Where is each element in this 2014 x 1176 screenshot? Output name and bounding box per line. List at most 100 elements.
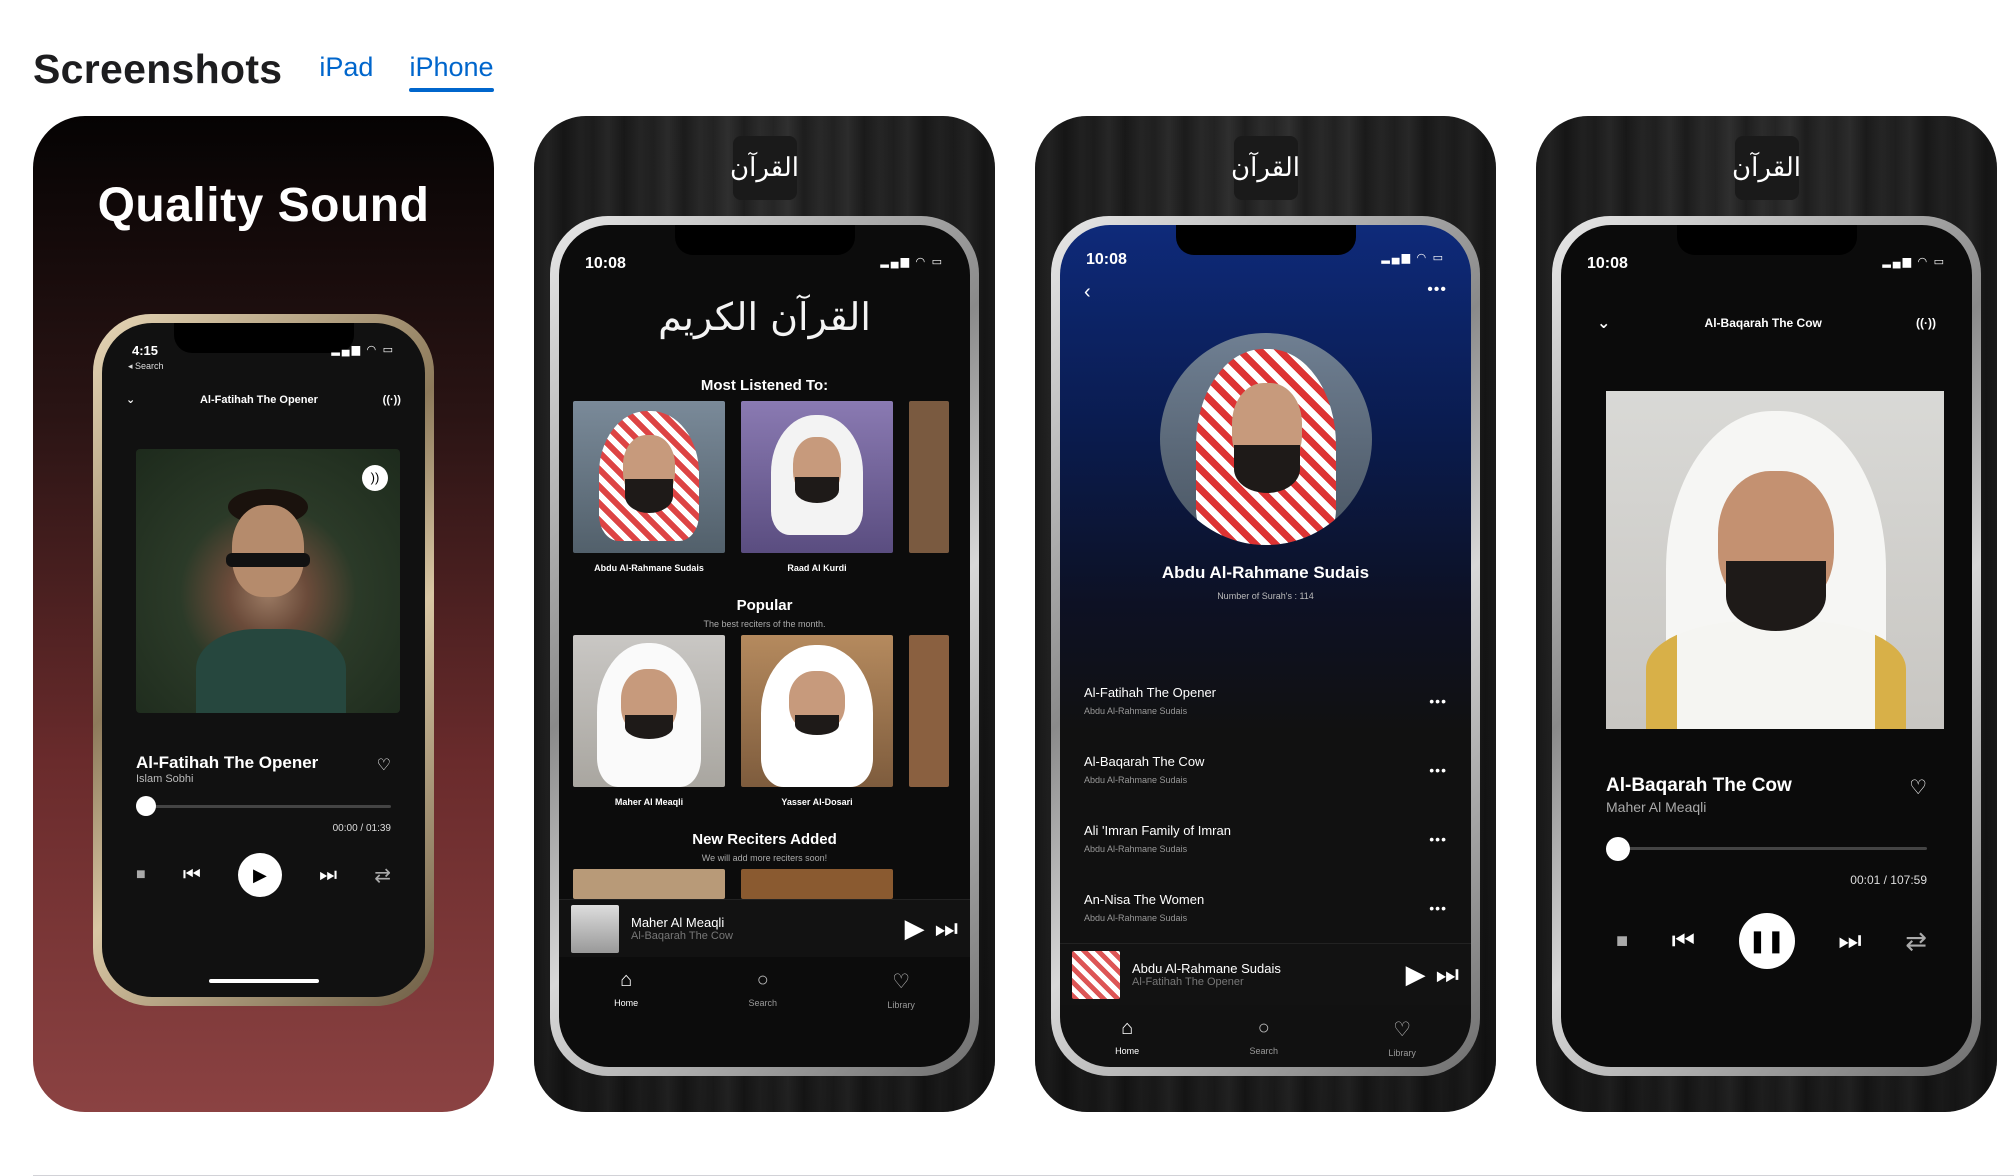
more-options-icon[interactable]: ••• [1427, 281, 1447, 299]
repeat-icon[interactable]: ⇄ [374, 863, 391, 888]
progress-track[interactable] [1606, 847, 1927, 850]
search-icon: ○ [756, 969, 769, 991]
reciter-portrait [1159, 333, 1372, 545]
album-art: )) [136, 449, 400, 713]
screenshot-card-4[interactable]: القرآن 10:08 ▂▄▆ ◠ ▭ ⌄ Al-Baqarah The Co… [1536, 116, 1997, 1112]
play-circle-icon[interactable]: ▶ [905, 913, 925, 944]
app-logo: القرآن [1732, 136, 1801, 200]
mini-player[interactable]: Maher Al Meaqli Al-Baqarah The Cow ▶ ⏭ [559, 899, 970, 957]
tab-home[interactable]: ⌂ Home [1115, 1017, 1139, 1058]
status-time: 10:08 [1086, 251, 1127, 268]
beard-shape [625, 479, 673, 513]
more-options-icon[interactable]: ••• [1429, 900, 1447, 916]
play-circle-icon[interactable]: ▶ [1406, 959, 1426, 990]
progress-knob[interactable] [1606, 837, 1630, 861]
next-icon[interactable]: ⏭ [935, 913, 958, 945]
playback-controls: ■ ⏮ ❚❚ ⏭ ⇄ [1616, 913, 1927, 969]
screenshot-card-2[interactable]: القرآن 10:08 ▂▄▆ ◠ ▭ القرآن الكريم Most … [534, 116, 995, 1112]
reciter-tile[interactable] [909, 635, 949, 787]
beard-shape [625, 715, 673, 739]
status-icons: ▂▄▆ ◠ ▭ [1381, 252, 1445, 264]
mini-player-art [1072, 950, 1120, 999]
search-icon: ○ [1257, 1017, 1270, 1039]
status-bar: 10:08 ▂▄▆ ◠ ▭ [1086, 251, 1445, 269]
reciter-tile[interactable] [741, 869, 893, 899]
track-row[interactable]: Al-Fatihah The Opener Abdu Al-Rahmane Su… [1084, 685, 1447, 716]
reciter-caption: Yasser Al-Dosari [781, 797, 853, 807]
screenshot-card-1[interactable]: Quality Sound 4:15 ▂▄▆ ◠ ▭ ◂ Search ⌄ Al… [33, 116, 494, 1112]
repeat-icon[interactable]: ⇄ [1905, 926, 1927, 957]
section-title: Screenshots [33, 46, 283, 92]
phone-mockup: 10:08 ▂▄▆ ◠ ▭ ‹ ••• Abdu Al-Rahmane Suda… [1051, 216, 1480, 1076]
phone-screen: 10:08 ▂▄▆ ◠ ▭ القرآن الكريم Most Listene… [559, 225, 970, 1067]
phone-notch [674, 225, 855, 255]
more-options-icon[interactable]: ••• [1429, 762, 1447, 778]
tab-home[interactable]: ⌂ Home [614, 969, 638, 1010]
track-row[interactable]: An-Nisa The Women Abdu Al-Rahmane Sudais… [1084, 892, 1447, 923]
back-chevron-icon[interactable]: ‹ [1084, 281, 1091, 304]
phone-screen: 10:08 ▂▄▆ ◠ ▭ ⌄ Al-Baqarah The Cow ((·))… [1561, 225, 1972, 1067]
heart-icon: ♡ [892, 971, 911, 993]
sunglasses-shape [226, 553, 310, 567]
reciter-caption: Raad Al Kurdi [787, 563, 847, 573]
track-row[interactable]: Ali 'Imran Family of Imran Abdu Al-Rahma… [1084, 823, 1447, 854]
progress-knob[interactable] [136, 796, 156, 816]
track-row[interactable]: Al-Baqarah The Cow Abdu Al-Rahmane Sudai… [1084, 754, 1447, 785]
more-options-icon[interactable]: ••• [1429, 693, 1447, 709]
mini-player-surah: Al-Fatihah The Opener [1132, 976, 1244, 988]
stop-icon[interactable]: ■ [1616, 930, 1628, 953]
tab-search[interactable]: ○ Search [748, 969, 777, 1010]
chevron-down-icon[interactable]: ⌄ [1597, 313, 1610, 333]
back-to-search-link[interactable]: ◂ Search [128, 361, 164, 372]
stop-icon[interactable]: ■ [136, 866, 146, 884]
pause-button[interactable]: ❚❚ [1738, 913, 1795, 969]
phone-screen: 4:15 ▂▄▆ ◠ ▭ ◂ Search ⌄ Al-Fatihah The O… [102, 323, 425, 997]
now-playing-bar: ⌄ Al-Fatihah The Opener ((·)) [126, 393, 401, 407]
bisht-shape [1646, 621, 1906, 729]
previous-icon[interactable]: ⏮ [1672, 925, 1695, 957]
reciter-caption: Abdu Al-Rahmane Sudais [594, 563, 704, 573]
tab-iphone[interactable]: iPhone [409, 54, 494, 92]
reciter-caption: Maher Al Meaqli [614, 797, 684, 807]
tab-bar: ⌂ Home ○ Search ♡ Library [559, 969, 970, 1010]
reciter-tile[interactable] [573, 869, 725, 899]
reciter-tile[interactable] [741, 635, 893, 787]
beard-shape [795, 715, 839, 735]
next-icon[interactable]: ⏭ [319, 864, 337, 887]
tab-library[interactable]: ♡ Library [1388, 1017, 1416, 1058]
next-icon[interactable]: ⏭ [1838, 925, 1861, 957]
tab-library[interactable]: ♡ Library [887, 969, 915, 1010]
face-shape [232, 505, 304, 597]
new-reciters-subtitle: We will add more reciters soon! [701, 853, 828, 863]
home-icon: ⌂ [1121, 1017, 1134, 1039]
heart-icon[interactable]: ♡ [377, 755, 391, 775]
time-display: 00:00 / 01:39 [332, 823, 391, 834]
reciter-tile[interactable] [741, 401, 893, 553]
broadcast-icon[interactable]: ((·)) [383, 394, 401, 406]
screenshot-card-3[interactable]: القرآن 10:08 ▂▄▆ ◠ ▭ ‹ ••• Abdu Al-Rahma… [1035, 116, 1496, 1112]
previous-icon[interactable]: ⏮ [183, 864, 201, 887]
playback-controls: ■ ⏮ ▶ ⏭ ⇄ [136, 853, 391, 897]
tab-ipad[interactable]: iPad [319, 54, 373, 90]
mini-player-reciter: Maher Al Meaqli [631, 915, 725, 930]
reciter-tile[interactable] [909, 401, 949, 553]
surah-count: Number of Surah's : 114 [1217, 591, 1314, 601]
mini-player[interactable]: Abdu Al-Rahmane Sudais Al-Fatihah The Op… [1060, 943, 1471, 1005]
tab-search[interactable]: ○ Search [1249, 1017, 1278, 1058]
reciter-tile[interactable] [573, 635, 725, 787]
chevron-down-icon[interactable]: ⌄ [126, 393, 135, 406]
track-reciter: Abdu Al-Rahmane Sudais [1084, 775, 1188, 785]
status-time: 10:08 [585, 255, 626, 272]
mini-player-reciter: Abdu Al-Rahmane Sudais [1132, 961, 1281, 976]
more-options-icon[interactable]: ••• [1429, 831, 1447, 847]
status-icons: ▂▄▆ ◠ ▭ [331, 344, 395, 356]
broadcast-icon[interactable]: ((·)) [1916, 316, 1936, 330]
reciter-tile[interactable] [573, 401, 725, 553]
next-icon[interactable]: ⏭ [1436, 959, 1459, 991]
heart-icon[interactable]: ♡ [1909, 775, 1927, 800]
progress-track[interactable] [136, 805, 391, 808]
play-button[interactable]: ▶ [237, 853, 282, 897]
new-reciters-title: New Reciters Added [692, 831, 837, 848]
song-title: Al-Baqarah The Cow [1606, 775, 1792, 796]
now-playing-title: Al-Fatihah The Opener [199, 393, 318, 406]
